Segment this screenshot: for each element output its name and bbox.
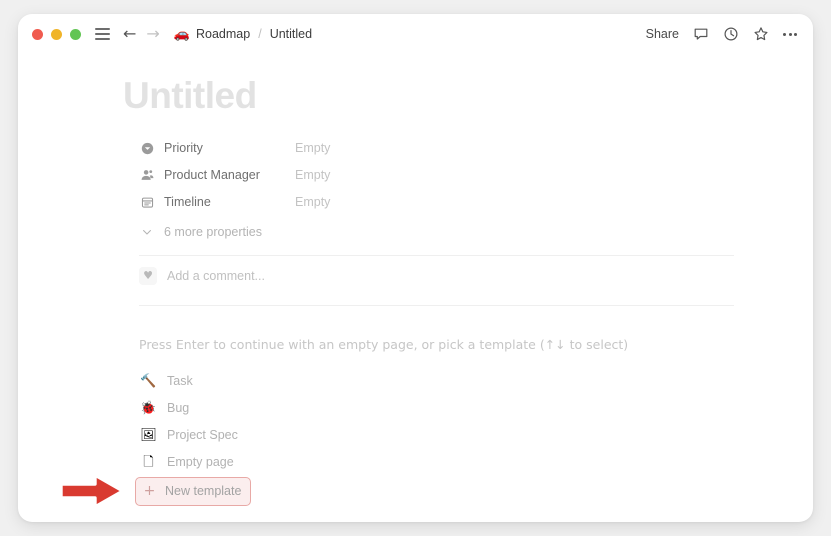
titlebar: ← → 🚗 Roadmap / Untitled Share — [18, 14, 813, 54]
page-body: Untitled Priority Empty Product Manager … — [18, 54, 813, 506]
sidebar-toggle-icon[interactable] — [95, 28, 110, 40]
page-icon: 🗋 — [143, 454, 154, 470]
hamburger-line — [95, 38, 110, 40]
template-item-task[interactable]: 🔨 Task — [135, 368, 718, 395]
share-button[interactable]: Share — [646, 27, 679, 41]
dot — [788, 32, 792, 36]
page-title[interactable]: Untitled — [123, 75, 718, 117]
property-row-timeline[interactable]: Timeline Empty — [139, 189, 718, 216]
history-clock-icon[interactable] — [723, 26, 739, 42]
more-properties-toggle[interactable]: 6 more properties — [139, 219, 718, 246]
divider-below-comment — [139, 304, 734, 306]
bug-icon: 🐞 — [140, 400, 157, 416]
property-value[interactable]: Empty — [295, 141, 330, 155]
property-value[interactable]: Empty — [295, 195, 330, 209]
property-name: Product Manager — [164, 168, 260, 183]
breadcrumb-current-page[interactable]: Untitled — [270, 27, 312, 41]
properties-list: Priority Empty Product Manager Empty Tim… — [122, 135, 718, 246]
maximize-window-button[interactable] — [70, 28, 81, 40]
new-template-label: New template — [165, 484, 242, 499]
template-picker-hint: Press Enter to continue with an empty pa… — [139, 336, 629, 352]
add-comment-placeholder: Add a comment... — [167, 268, 265, 283]
property-row-product-manager[interactable]: Product Manager Empty — [139, 162, 718, 189]
minimize-window-button[interactable] — [51, 28, 62, 40]
hamburger-line — [95, 28, 110, 30]
window-controls — [32, 28, 81, 40]
add-comment-row[interactable]: ♥ Add a comment... — [139, 256, 718, 296]
forward-arrow-icon[interactable]: → — [146, 26, 159, 42]
template-item-label: Project Spec — [167, 428, 238, 443]
priority-icon — [139, 140, 155, 156]
property-value[interactable]: Empty — [295, 168, 330, 182]
calendar-icon — [139, 194, 155, 210]
new-template-button[interactable]: + New template — [135, 476, 251, 506]
person-icon — [139, 167, 155, 183]
back-arrow-icon[interactable]: ← — [123, 26, 136, 42]
template-item-bug[interactable]: 🐞 Bug — [135, 395, 718, 422]
more-options-icon[interactable] — [783, 26, 797, 42]
dot — [783, 32, 786, 36]
template-item-empty-page[interactable]: 🗋 Empty page — [135, 449, 718, 476]
property-name: Priority — [164, 141, 203, 156]
breadcrumb-workspace[interactable]: Roadmap — [196, 27, 250, 41]
more-properties-label: 6 more properties — [164, 225, 262, 240]
template-item-label: Bug — [167, 401, 190, 416]
template-list: 🔨 Task 🐞 Bug 🖼 Project Spec 🗋 Empty page — [135, 368, 718, 506]
titlebar-actions: Share — [646, 26, 797, 42]
property-name: Timeline — [164, 195, 211, 210]
chevron-down-icon — [139, 226, 155, 238]
template-item-label: Empty page — [167, 455, 234, 470]
app-window: ← → 🚗 Roadmap / Untitled Share Untitled … — [18, 14, 813, 522]
template-item-project-spec[interactable]: 🖼 Project Spec — [135, 422, 718, 449]
comment-icon[interactable] — [693, 26, 709, 42]
hamburger-line — [95, 33, 110, 35]
breadcrumb-separator: / — [258, 27, 262, 41]
template-item-label: Task — [167, 374, 193, 389]
close-window-button[interactable] — [32, 28, 43, 40]
plus-icon: + — [143, 483, 156, 500]
hammer-icon: 🔨 — [140, 373, 157, 389]
page-content: Untitled Priority Empty Product Manager … — [122, 75, 734, 506]
picture-frame-icon: 🖼 — [140, 427, 157, 443]
dot — [794, 32, 797, 36]
comment-avatar-icon: ♥ — [139, 266, 157, 285]
property-row-priority[interactable]: Priority Empty — [139, 135, 718, 162]
star-icon[interactable] — [753, 26, 769, 42]
car-icon: 🚗 — [173, 26, 190, 42]
breadcrumb: 🚗 Roadmap / Untitled — [174, 27, 312, 41]
